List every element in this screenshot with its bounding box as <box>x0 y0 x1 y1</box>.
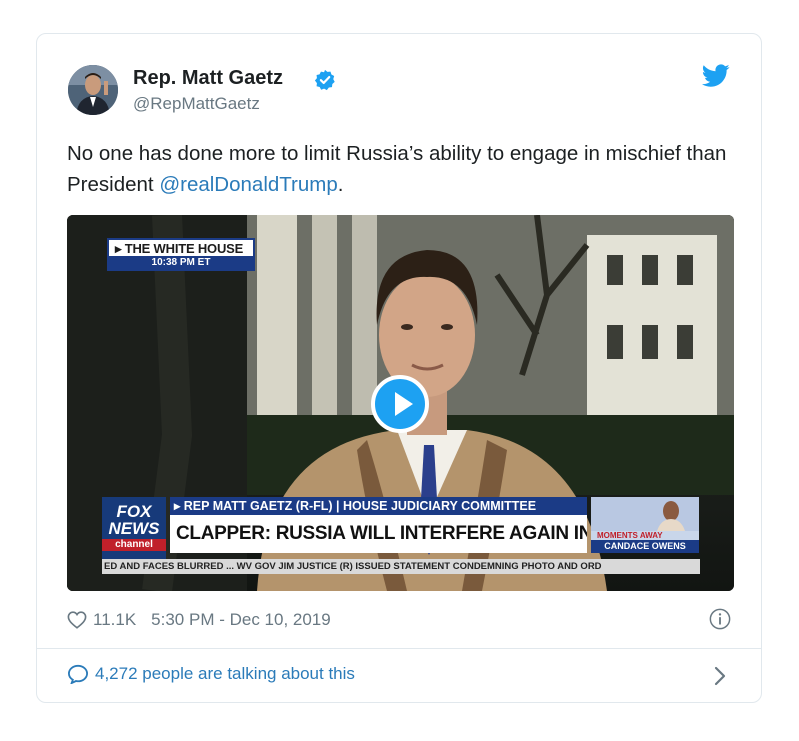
divider <box>37 648 761 649</box>
promo-box: MOMENTS AWAY CANDACE OWENS <box>591 497 699 553</box>
tweet-text-after: . <box>337 173 344 196</box>
chyron-headline: CLAPPER: RUSSIA WILL INTERFERE AGAIN IN … <box>170 515 587 553</box>
chyron-subtitle-text: REP MATT GAETZ (R-FL) | HOUSE JUDICIARY … <box>183 499 537 513</box>
network-logo-bottom: NEWS <box>108 519 160 538</box>
timestamp[interactable]: 5:30 PM - Dec 10, 2019 <box>151 610 331 630</box>
location-label: ▸ THE WHITE HOUSE <box>115 241 244 256</box>
broadcast-time: 10:38 PM ET <box>109 256 253 269</box>
author-handle[interactable]: @RepMattGaetz <box>133 94 260 114</box>
chyron-subtitle: ▸ REP MATT GAETZ (R-FL) | HOUSE JUDICIAR… <box>170 497 587 515</box>
mention-link[interactable]: @realDonaldTrump <box>159 173 337 196</box>
location-text: THE WHITE HOUSE <box>124 241 244 256</box>
video-player[interactable]: ▸ THE WHITE HOUSE 10:38 PM ET FOX NEWS c… <box>67 215 734 591</box>
tweet-card: Rep. Matt Gaetz @RepMattGaetz No one has… <box>36 33 762 703</box>
info-icon[interactable] <box>709 608 731 630</box>
promo-line2: CANDACE OWENS <box>591 540 699 553</box>
conversation-link[interactable]: 4,272 people are talking about this <box>67 664 355 684</box>
like-count[interactable]: 11.1K <box>93 610 136 630</box>
network-logo: FOX NEWS channel <box>102 497 166 559</box>
twitter-bird-icon[interactable] <box>702 64 730 88</box>
author-name[interactable]: Rep. Matt Gaetz <box>133 67 283 90</box>
network-logo-top: FOX <box>116 502 152 521</box>
promo-image <box>591 497 699 531</box>
news-ticker: ED AND FACES BLURRED ... WV GOV JIM JUST… <box>102 559 700 574</box>
comment-bubble-icon <box>67 664 89 684</box>
conversation-text[interactable]: 4,272 people are talking about this <box>95 664 355 684</box>
location-tag: ▸ THE WHITE HOUSE 10:38 PM ET <box>107 238 255 271</box>
network-logo-sub: channel <box>102 539 166 551</box>
verified-badge-icon <box>314 69 335 91</box>
play-icon <box>395 392 413 416</box>
avatar[interactable] <box>68 65 118 115</box>
promo-line1: MOMENTS AWAY <box>597 531 663 540</box>
chevron-right-icon[interactable] <box>713 666 727 686</box>
heart-icon[interactable] <box>67 611 87 629</box>
tweet-text: No one has done more to limit Russia’s a… <box>67 138 727 200</box>
tweet-meta: 11.1K 5:30 PM - Dec 10, 2019 <box>67 608 331 632</box>
play-button[interactable] <box>371 375 429 433</box>
